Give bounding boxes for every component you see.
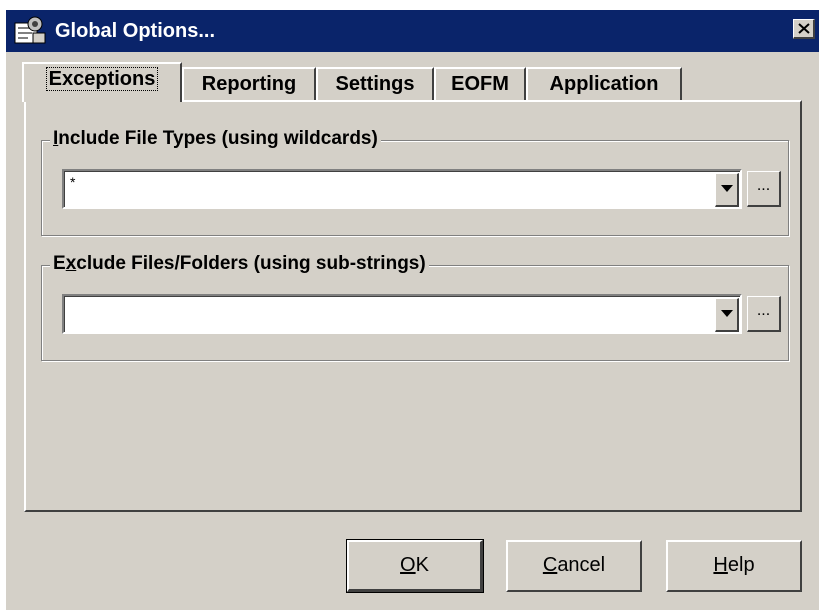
tab-reporting-label: Reporting: [201, 73, 297, 95]
tab-application-label: Application: [549, 73, 659, 95]
help-button[interactable]: Help: [666, 540, 802, 592]
include-file-types-label: Include File Types (using wildcards): [50, 127, 381, 151]
cancel-button[interactable]: Cancel: [506, 540, 642, 592]
app-window-icon: [13, 15, 47, 47]
exclude-files-folders-group: Exclude Files/Folders (using sub-strings…: [41, 252, 789, 361]
exclude-dropdown-button[interactable]: [715, 298, 739, 332]
close-icon: [798, 23, 810, 34]
window-title: Global Options...: [55, 20, 215, 42]
exclude-files-folders-combobox[interactable]: [62, 294, 742, 334]
chevron-down-icon: [721, 185, 733, 192]
ok-button[interactable]: OK: [346, 539, 484, 593]
include-browse-button[interactable]: ...: [747, 171, 781, 207]
exclude-browse-button[interactable]: ...: [747, 296, 781, 332]
tab-reporting[interactable]: Reporting: [182, 67, 316, 102]
include-file-types-group: Include File Types (using wildcards) * .…: [41, 127, 789, 236]
chevron-down-icon: [721, 310, 733, 317]
exclude-files-folders-label: Exclude Files/Folders (using sub-strings…: [50, 252, 429, 276]
tab-application[interactable]: Application: [526, 67, 682, 102]
tab-eofm-label: EOFM: [451, 73, 509, 95]
close-button[interactable]: [793, 19, 815, 39]
include-file-types-value[interactable]: *: [70, 174, 75, 190]
include-dropdown-button[interactable]: [715, 173, 739, 207]
title-bar[interactable]: Global Options...: [6, 10, 819, 52]
exceptions-tab-panel: Include File Types (using wildcards) * .…: [24, 100, 802, 512]
tab-exceptions[interactable]: Exceptions: [22, 62, 182, 102]
include-file-types-combobox[interactable]: *: [62, 169, 742, 209]
tab-eofm[interactable]: EOFM: [434, 67, 526, 102]
global-options-dialog: Global Options... Exceptions Reporting S…: [6, 10, 819, 610]
tab-settings-label: Settings: [335, 73, 415, 95]
tab-settings[interactable]: Settings: [316, 67, 434, 102]
tab-exceptions-label: Exceptions: [45, 67, 159, 91]
